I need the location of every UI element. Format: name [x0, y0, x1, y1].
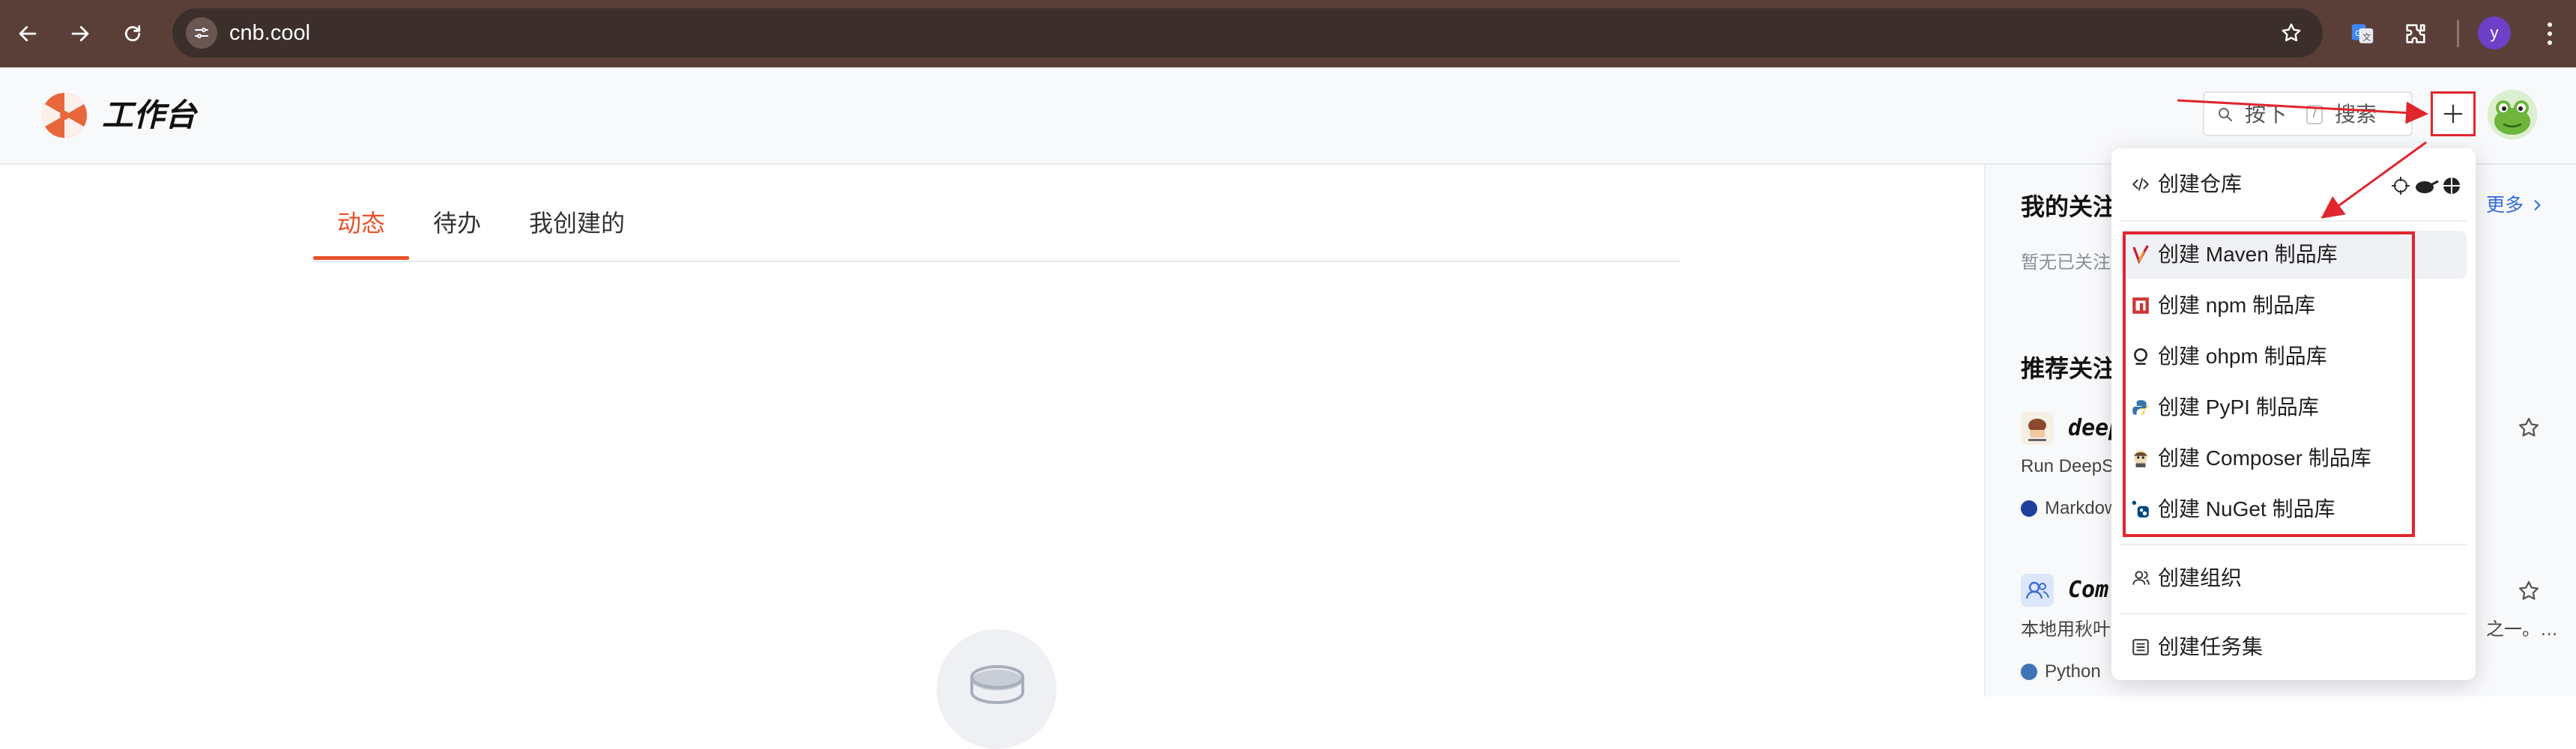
recommended-repo-description: Run DeepS [2021, 456, 2114, 476]
user-avatar[interactable] [2488, 90, 2537, 139]
active-tab-indicator [313, 256, 409, 260]
menu-divider [2120, 613, 2467, 614]
organization-icon [2132, 571, 2150, 585]
plus-icon [2443, 104, 2463, 124]
reload-icon [124, 25, 141, 42]
tab-activity[interactable]: 动态 [337, 208, 385, 238]
create-new-button[interactable] [2431, 91, 2476, 136]
menu-divider [2120, 544, 2467, 545]
star-icon[interactable] [2516, 578, 2542, 604]
cnb-logo-icon[interactable] [40, 91, 88, 139]
tune-icon [195, 28, 208, 38]
menu-item-label: 创建任务集 [2158, 635, 2264, 658]
site-info-button[interactable] [186, 17, 217, 49]
recommended-org-description: 本地用秋叶 [2021, 619, 2111, 640]
recommended-org-description-tail: 之一。… [2486, 619, 2558, 640]
reload-button[interactable] [115, 16, 150, 51]
browser-menu-button[interactable] [2539, 16, 2561, 51]
language-color-dot [2021, 664, 2037, 680]
more-link[interactable]: 更多 [2486, 193, 2524, 217]
search-shortcut-key: / [2306, 105, 2323, 124]
translate-extension-button[interactable]: G文 [2345, 16, 2380, 51]
browser-toolbar: cnb.cool G文 y [0, 0, 2576, 67]
activity-tabs: 动态 待办 我创建的 [313, 202, 1680, 262]
menu-item-create-organization[interactable]: 创建组织 [2120, 554, 2467, 602]
extensions-button[interactable] [2398, 16, 2433, 51]
repo-type-badges-icon [2392, 177, 2460, 195]
code-icon [2132, 178, 2149, 191]
menu-divider [2120, 220, 2467, 222]
page-title: 工作台 [102, 97, 197, 133]
svg-text:文: 文 [2362, 32, 2371, 43]
arrow-right-icon [71, 25, 89, 42]
language-color-dot [2021, 500, 2037, 517]
menu-item-create-task-list[interactable]: 创建任务集 [2120, 623, 2467, 671]
search-icon [2219, 108, 2232, 121]
svg-text:G: G [2355, 29, 2362, 38]
star-icon[interactable] [2516, 415, 2542, 440]
bookmark-star-icon[interactable] [2279, 21, 2303, 45]
following-title: 我的关注 [2021, 193, 2117, 220]
task-list-icon [2132, 639, 2149, 655]
menu-item-label: 创建组织 [2158, 566, 2243, 589]
tab-todo[interactable]: 待办 [433, 208, 481, 238]
url-text[interactable]: cnb.cool [229, 19, 310, 47]
forward-button[interactable] [63, 16, 97, 51]
translate-icon: G文 [2351, 24, 2374, 43]
repo-language: Python [2045, 661, 2101, 682]
recommended-org-name[interactable]: Com [2068, 577, 2108, 604]
search-input[interactable]: 按下 / 搜索 [2203, 91, 2413, 136]
frog-avatar-icon [2488, 90, 2537, 139]
toolbar-divider [2457, 20, 2459, 47]
back-button[interactable] [10, 16, 45, 51]
search-hint-suffix: 搜索 [2335, 103, 2377, 126]
annotation-highlight-box [2123, 231, 2415, 537]
address-bar[interactable]: cnb.cool [172, 8, 2323, 58]
org-avatar[interactable] [2021, 574, 2054, 607]
chevron-right-icon[interactable] [2530, 198, 2545, 213]
tab-created-by-me[interactable]: 我创建的 [529, 208, 625, 238]
empty-box-icon [970, 665, 1024, 705]
profile-avatar[interactable]: y [2478, 16, 2511, 49]
menu-item-label: 创建仓库 [2158, 172, 2243, 195]
arrow-left-icon [19, 25, 37, 42]
search-hint-prefix: 按下 [2245, 103, 2288, 126]
puzzle-icon [2406, 24, 2425, 43]
recommend-title: 推荐关注 [2021, 355, 2117, 382]
repo-avatar[interactable] [2021, 412, 2054, 445]
empty-state-illustration [937, 629, 1056, 749]
following-empty-text: 暂无已关注 [2021, 252, 2111, 273]
